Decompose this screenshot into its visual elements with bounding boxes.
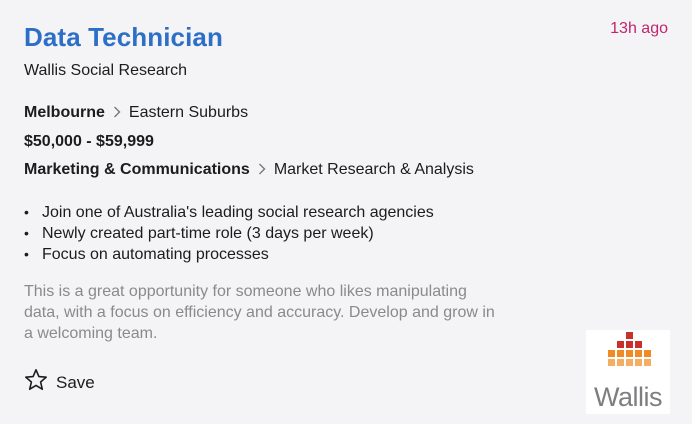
logo-text: Wallis — [594, 382, 663, 412]
job-card[interactable]: Data Technician 13h ago Wallis Social Re… — [0, 0, 692, 424]
location-city[interactable]: Melbourne — [24, 104, 105, 122]
description-line: data, with a focus on efficiency and acc… — [24, 304, 495, 321]
job-title[interactable]: Data Technician — [24, 22, 223, 53]
chevron-right-icon — [113, 105, 121, 122]
description-line: a welcoming team. — [24, 325, 158, 342]
classification-subcategory[interactable]: Market Research & Analysis — [274, 161, 474, 179]
save-label: Save — [56, 372, 95, 392]
classification-row: Marketing & Communications Market Resear… — [24, 161, 474, 179]
highlight-text: Focus on automating processes — [42, 246, 269, 263]
list-item: • Newly created part-time role (3 days pe… — [24, 223, 434, 244]
bullet-icon: • — [24, 204, 29, 220]
description-line: This is a great opportunity for someone … — [24, 283, 467, 300]
posted-time: 13h ago — [610, 20, 668, 37]
chevron-right-icon — [258, 162, 266, 179]
highlights-list: • Join one of Australia's leading social … — [24, 202, 434, 265]
location-row: Melbourne Eastern Suburbs — [24, 104, 248, 122]
classification-category[interactable]: Marketing & Communications — [24, 161, 250, 179]
company-name[interactable]: Wallis Social Research — [24, 62, 187, 80]
list-item: • Focus on automating processes — [24, 244, 434, 265]
highlight-text: Join one of Australia's leading social r… — [42, 204, 434, 221]
salary: $50,000 - $59,999 — [24, 133, 154, 150]
logo-bars-icon — [608, 332, 651, 366]
bullet-icon: • — [24, 225, 29, 241]
highlight-text: Newly created part-time role (3 days per… — [42, 225, 374, 242]
location-area[interactable]: Eastern Suburbs — [129, 104, 248, 122]
list-item: • Join one of Australia's leading social … — [24, 202, 434, 223]
star-outline-icon — [24, 368, 48, 397]
company-logo: Wallis — [586, 330, 670, 414]
save-button[interactable]: Save — [24, 368, 95, 397]
salary-row: $50,000 - $59,999 — [24, 133, 154, 151]
bullet-icon: • — [24, 246, 29, 262]
job-description: This is a great opportunity for someone … — [24, 281, 524, 344]
